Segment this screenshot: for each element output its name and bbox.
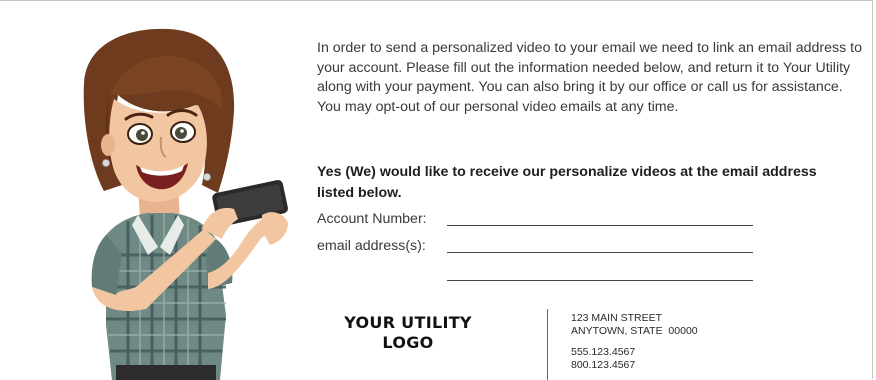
email-address-label: email address(s): — [317, 238, 426, 254]
intro-paragraph: In order to send a personalized video to… — [317, 40, 862, 115]
opt-in-statement: Yes (We) would like to receive our perso… — [317, 164, 817, 201]
utility-logo: YOUR UTILITY LOGO — [332, 313, 484, 353]
opt-in-form-card: In order to send a personalized video to… — [0, 0, 873, 380]
woman-with-phone-illustration — [83, 28, 288, 380]
logo-line-1: YOUR UTILITY — [344, 313, 472, 332]
contact-phone-2: 800.123.4567 — [571, 359, 636, 371]
account-number-label: Account Number: — [317, 211, 427, 227]
contact-street: 123 MAIN STREET — [571, 312, 663, 324]
logo-line-2: LOGO — [382, 333, 434, 352]
contact-city: ANYTOWN, STATE 00000 — [571, 325, 698, 337]
email-address-line-2[interactable] — [447, 280, 753, 281]
footer-divider — [547, 309, 548, 380]
email-address-line-1[interactable] — [447, 252, 753, 253]
account-number-line[interactable] — [447, 225, 753, 226]
contact-phone-1: 555.123.4567 — [571, 346, 636, 358]
